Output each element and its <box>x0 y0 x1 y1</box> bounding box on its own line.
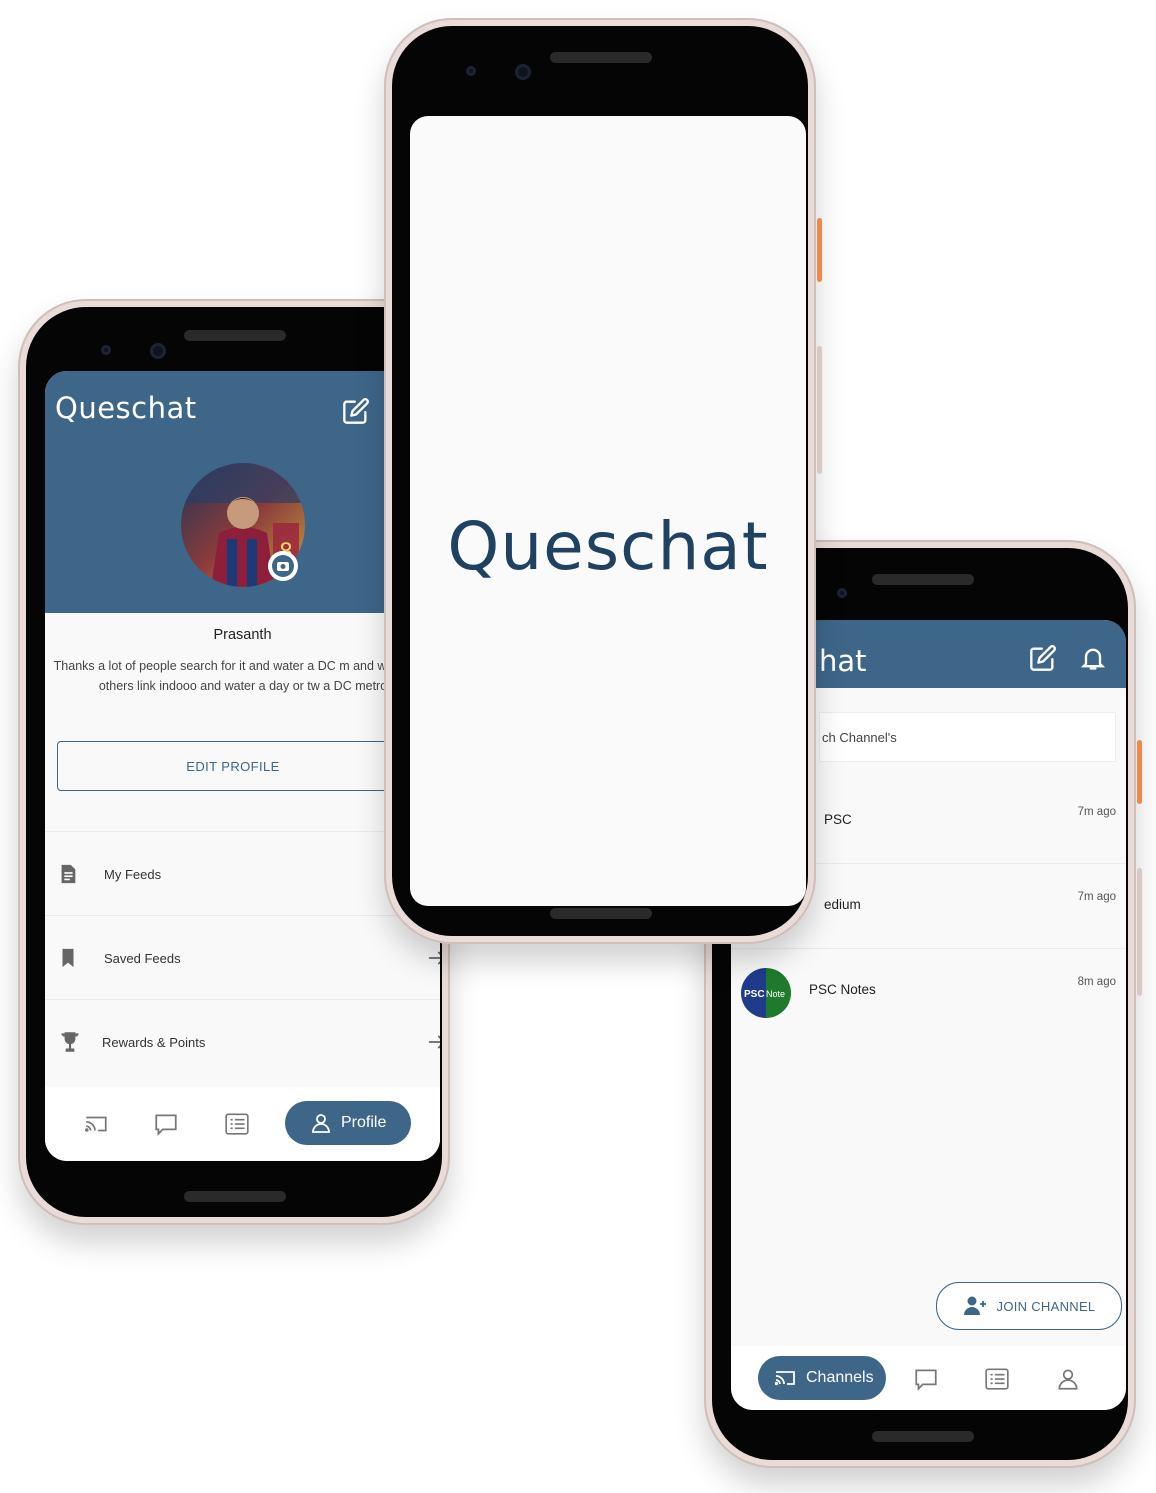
list-icon[interactable] <box>223 1111 251 1137</box>
nav-profile-label: Profile <box>341 1114 387 1131</box>
front-sensor <box>837 588 847 598</box>
volume-button <box>817 346 822 474</box>
bottom-speaker <box>872 1431 974 1442</box>
phone-center: Queschat <box>384 18 822 944</box>
power-button <box>817 218 822 282</box>
chat-icon[interactable] <box>913 1366 939 1392</box>
join-channel-button[interactable]: JOIN CHANNEL <box>936 1282 1122 1330</box>
add-person-icon <box>963 1295 989 1317</box>
nav-channels-active[interactable]: Channels <box>758 1356 886 1400</box>
front-camera <box>515 64 531 80</box>
nav-profile-active[interactable]: Profile <box>285 1101 411 1145</box>
channel-name: PSC <box>824 812 852 827</box>
person-icon[interactable] <box>1055 1366 1081 1392</box>
edit-icon[interactable] <box>342 397 370 425</box>
trophy-icon <box>57 1029 83 1055</box>
change-photo-button[interactable] <box>268 551 298 581</box>
arrow-right-icon <box>426 1031 440 1053</box>
document-icon <box>57 863 79 885</box>
bottom-speaker <box>550 908 652 919</box>
search-placeholder: ch Channel's <box>822 729 897 745</box>
person-icon <box>309 1111 333 1135</box>
splash-screen: Queschat <box>410 116 806 906</box>
earpiece-speaker <box>184 330 286 341</box>
profile-header: Queschat <box>45 371 440 613</box>
cast-icon <box>772 1366 798 1390</box>
channel-name: PSC Notes <box>809 982 876 997</box>
search-channels-input[interactable]: ch Channel's <box>819 712 1116 762</box>
front-sensor <box>101 345 111 355</box>
chat-icon[interactable] <box>153 1111 179 1137</box>
bell-icon[interactable] <box>1079 644 1107 672</box>
edit-profile-button[interactable]: EDIT PROFILE <box>57 741 409 791</box>
channel-time: 8m ago <box>1077 976 1116 988</box>
channel-row[interactable]: PSC Note PSC Notes 8m ago <box>731 948 1126 1033</box>
channel-time: 7m ago <box>1077 891 1116 903</box>
cast-icon[interactable] <box>83 1111 109 1137</box>
join-channel-label: JOIN CHANNEL <box>996 1298 1096 1314</box>
profile-bio: Thanks a lot of people search for it and… <box>53 659 433 693</box>
channel-avatar: PSC Note <box>741 968 791 1018</box>
phone-center-bezel: Queschat <box>392 26 808 936</box>
channel-name: edium <box>824 897 861 912</box>
bottom-nav: Channels <box>731 1346 1126 1410</box>
menu-item-saved-feeds[interactable]: Saved Feeds <box>45 915 440 1000</box>
bookmark-icon <box>57 947 79 969</box>
menu-item-my-feeds[interactable]: My Feeds <box>45 831 440 916</box>
menu-label: Saved Feeds <box>104 950 181 966</box>
avatar-text-psc: PSC <box>744 989 765 1000</box>
arrow-right-icon <box>426 947 440 969</box>
volume-button <box>1137 868 1142 996</box>
app-title: hat <box>819 644 867 678</box>
earpiece-speaker <box>872 574 974 585</box>
edit-icon[interactable] <box>1029 644 1057 672</box>
power-button <box>1137 740 1142 804</box>
splash-logo: Queschat <box>447 508 769 585</box>
earpiece-speaker <box>550 52 652 63</box>
front-camera <box>150 343 166 359</box>
menu-label: My Feeds <box>104 866 162 882</box>
app-title: Queschat <box>55 391 197 425</box>
phone-left-bezel: Queschat Prasanth Thanks a lot of people… <box>26 307 442 1217</box>
menu-label: Rewards & Points <box>102 1034 206 1050</box>
menu-item-rewards-points[interactable]: Rewards & Points <box>45 999 440 1084</box>
avatar-text-note: Note <box>766 989 785 999</box>
front-sensor <box>466 66 476 76</box>
bottom-speaker <box>184 1191 286 1202</box>
nav-channels-label: Channels <box>806 1369 874 1386</box>
channel-time: 7m ago <box>1077 806 1116 818</box>
profile-screen: Queschat Prasanth Thanks a lot of people… <box>45 371 440 1161</box>
list-icon[interactable] <box>983 1366 1011 1392</box>
profile-name: Prasanth <box>213 627 272 643</box>
bottom-nav: Profile <box>45 1087 440 1161</box>
